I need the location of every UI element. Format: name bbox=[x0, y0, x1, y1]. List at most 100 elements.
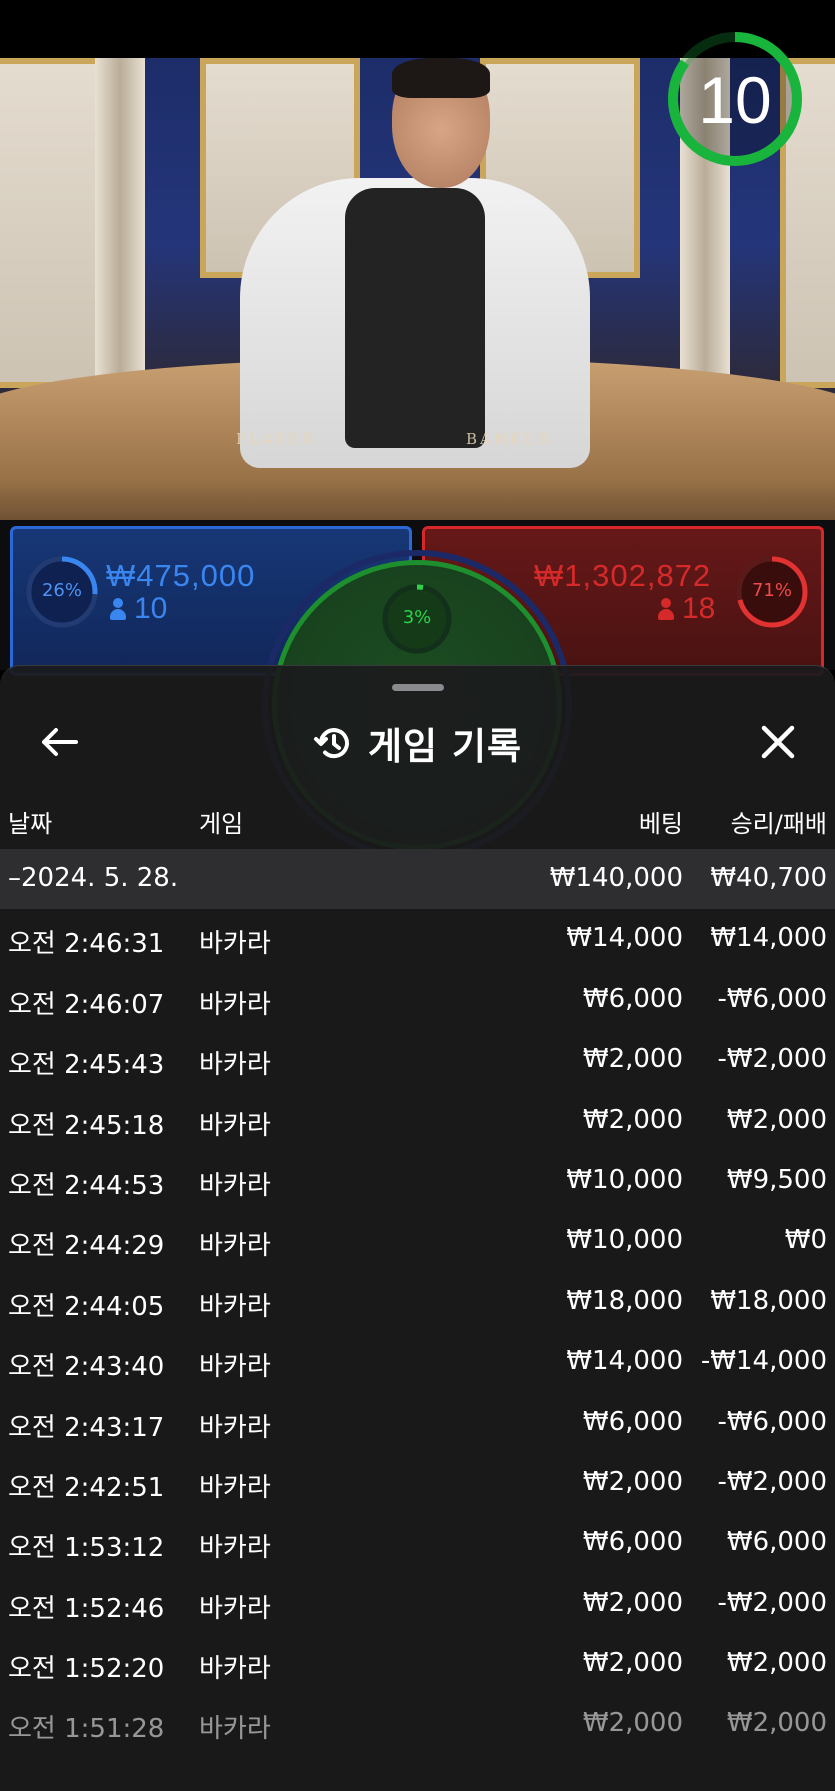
game-history-sheet: 게임 기록 날짜 게임 베팅 승리/패배 –2024. 5. 28. ₩140,… bbox=[0, 665, 835, 1791]
history-row[interactable]: 오전 2:46:31 바카라 ₩14,000 ₩14,000 bbox=[0, 909, 835, 969]
sheet-title: 게임 기록 bbox=[368, 725, 523, 768]
row-bet: ₩2,000 bbox=[582, 1104, 683, 1135]
row-game: 바카라 bbox=[199, 1170, 271, 1201]
row-result: ₩2,000 bbox=[726, 1708, 827, 1739]
banker-percent: 71% bbox=[751, 580, 792, 601]
row-game: 바카라 bbox=[199, 1472, 271, 1503]
history-row[interactable]: 오전 2:45:18 바카라 ₩2,000 ₩2,000 bbox=[0, 1091, 835, 1151]
tie-percent: 3% bbox=[402, 607, 432, 628]
player-percent: 26% bbox=[41, 580, 82, 601]
close-icon[interactable] bbox=[754, 718, 802, 766]
row-bet: ₩14,000 bbox=[566, 923, 683, 954]
row-result: -₩2,000 bbox=[717, 1587, 827, 1618]
row-game: 바카라 bbox=[199, 1593, 271, 1624]
row-result: ₩6,000 bbox=[726, 1527, 827, 1558]
row-bet: ₩6,000 bbox=[582, 1406, 683, 1437]
row-time: 오전 1:52:46 bbox=[8, 1593, 165, 1624]
history-row[interactable]: 오전 1:52:46 바카라 ₩2,000 -₩2,000 bbox=[0, 1574, 835, 1634]
row-game: 바카라 bbox=[199, 929, 271, 960]
history-row[interactable]: 오전 2:44:29 바카라 ₩10,000 ₩0 bbox=[0, 1211, 835, 1271]
row-time: 오전 2:44:53 bbox=[8, 1170, 165, 1201]
column-header-game[interactable]: 게임 bbox=[199, 804, 243, 839]
row-time: 오전 2:43:17 bbox=[8, 1412, 165, 1443]
sheet-drag-handle[interactable] bbox=[392, 684, 444, 691]
table-banker-label: BANKER bbox=[466, 430, 553, 448]
history-row[interactable]: 오전 1:51:28 바카라 ₩2,000 ₩2,000 bbox=[0, 1694, 835, 1754]
player-count-value: 10 bbox=[134, 592, 168, 625]
row-result: ₩0 bbox=[784, 1225, 827, 1256]
row-result: ₩2,000 bbox=[726, 1648, 827, 1679]
row-bet: ₩6,000 bbox=[582, 983, 683, 1014]
row-result: -₩2,000 bbox=[717, 1466, 827, 1497]
row-bet: ₩10,000 bbox=[566, 1225, 683, 1256]
row-game: 바카라 bbox=[199, 1412, 271, 1443]
row-time: 오전 1:51:28 bbox=[8, 1714, 165, 1745]
person-icon bbox=[110, 598, 126, 620]
row-time: 오전 2:46:07 bbox=[8, 989, 165, 1020]
row-result: ₩9,500 bbox=[726, 1164, 827, 1195]
player-total-amount: ₩475,000 bbox=[106, 558, 256, 593]
column-header-result[interactable]: 승리/패배 bbox=[731, 804, 827, 839]
row-bet: ₩2,000 bbox=[582, 1648, 683, 1679]
row-time: 오전 1:53:12 bbox=[8, 1533, 165, 1564]
betting-summary: 26% ₩475,000 10 3% 71% ₩1,302,872 18 bbox=[0, 520, 835, 860]
row-bet: ₩6,000 bbox=[582, 1527, 683, 1558]
row-result: ₩2,000 bbox=[726, 1104, 827, 1135]
table-player-label: PLAYER bbox=[236, 430, 317, 448]
row-game: 바카라 bbox=[199, 1714, 271, 1745]
row-result: -₩6,000 bbox=[717, 983, 827, 1014]
row-result: -₩14,000 bbox=[700, 1346, 827, 1377]
row-result: -₩6,000 bbox=[717, 1406, 827, 1437]
row-time: 오전 2:45:43 bbox=[8, 1050, 165, 1081]
row-game: 바카라 bbox=[199, 1654, 271, 1685]
row-result: ₩18,000 bbox=[710, 1285, 827, 1316]
date-group-row[interactable]: –2024. 5. 28. ₩140,000 ₩40,700 bbox=[0, 849, 835, 910]
row-bet: ₩14,000 bbox=[566, 1346, 683, 1377]
dealer-hair bbox=[392, 58, 490, 98]
row-result: -₩2,000 bbox=[717, 1044, 827, 1075]
row-game: 바카라 bbox=[199, 1533, 271, 1564]
row-game: 바카라 bbox=[199, 1231, 271, 1262]
row-game: 바카라 bbox=[199, 1291, 271, 1322]
dealer-vest bbox=[345, 188, 485, 448]
row-result: ₩14,000 bbox=[710, 923, 827, 954]
history-row[interactable]: 오전 2:46:07 바카라 ₩6,000 -₩6,000 bbox=[0, 970, 835, 1030]
history-row[interactable]: 오전 2:45:43 바카라 ₩2,000 -₩2,000 bbox=[0, 1030, 835, 1090]
column-header-date[interactable]: 날짜 bbox=[8, 804, 52, 839]
history-row[interactable]: 오전 2:42:51 바카라 ₩2,000 -₩2,000 bbox=[0, 1453, 835, 1513]
banker-count-value: 18 bbox=[682, 592, 716, 625]
row-game: 바카라 bbox=[199, 1110, 271, 1141]
column-header-bet[interactable]: 베팅 bbox=[639, 804, 683, 839]
history-row[interactable]: 오전 2:43:17 바카라 ₩6,000 -₩6,000 bbox=[0, 1393, 835, 1453]
banker-total-amount: ₩1,302,872 bbox=[534, 558, 712, 593]
row-time: 오전 1:52:20 bbox=[8, 1654, 165, 1685]
history-row[interactable]: 오전 1:52:20 바카라 ₩2,000 ₩2,000 bbox=[0, 1634, 835, 1694]
row-time: 오전 2:43:40 bbox=[8, 1352, 165, 1383]
group-result-total: ₩40,700 bbox=[710, 863, 827, 893]
row-time: 오전 2:44:29 bbox=[8, 1231, 165, 1262]
row-bet: ₩2,000 bbox=[582, 1466, 683, 1497]
player-count: 10 bbox=[110, 592, 167, 626]
row-time: 오전 2:42:51 bbox=[8, 1472, 165, 1503]
banker-count: 18 bbox=[658, 592, 715, 626]
countdown-timer-text: 10 bbox=[698, 63, 772, 137]
row-bet: ₩2,000 bbox=[582, 1587, 683, 1618]
group-bet-total: ₩140,000 bbox=[549, 863, 683, 893]
pillar bbox=[95, 58, 145, 388]
person-icon bbox=[658, 598, 674, 620]
row-time: 오전 2:45:18 bbox=[8, 1110, 165, 1141]
sheet-header: 게임 기록 bbox=[0, 716, 835, 768]
history-row[interactable]: 오전 2:43:40 바카라 ₩14,000 -₩14,000 bbox=[0, 1332, 835, 1392]
row-time: 오전 2:44:05 bbox=[8, 1291, 165, 1322]
history-table: –2024. 5. 28. ₩140,000 ₩40,700 오전 2:46:3… bbox=[0, 849, 835, 1755]
row-game: 바카라 bbox=[199, 1050, 271, 1081]
history-clock-icon bbox=[313, 728, 349, 759]
history-row[interactable]: 오전 2:44:05 바카라 ₩18,000 ₩18,000 bbox=[0, 1272, 835, 1332]
history-row[interactable]: 오전 1:53:12 바카라 ₩6,000 ₩6,000 bbox=[0, 1513, 835, 1573]
row-game: 바카라 bbox=[199, 989, 271, 1020]
row-bet: ₩18,000 bbox=[566, 1285, 683, 1316]
row-bet: ₩2,000 bbox=[582, 1708, 683, 1739]
history-row[interactable]: 오전 2:44:53 바카라 ₩10,000 ₩9,500 bbox=[0, 1151, 835, 1211]
group-date: –2024. 5. 28. bbox=[8, 863, 179, 893]
row-game: 바카라 bbox=[199, 1352, 271, 1383]
